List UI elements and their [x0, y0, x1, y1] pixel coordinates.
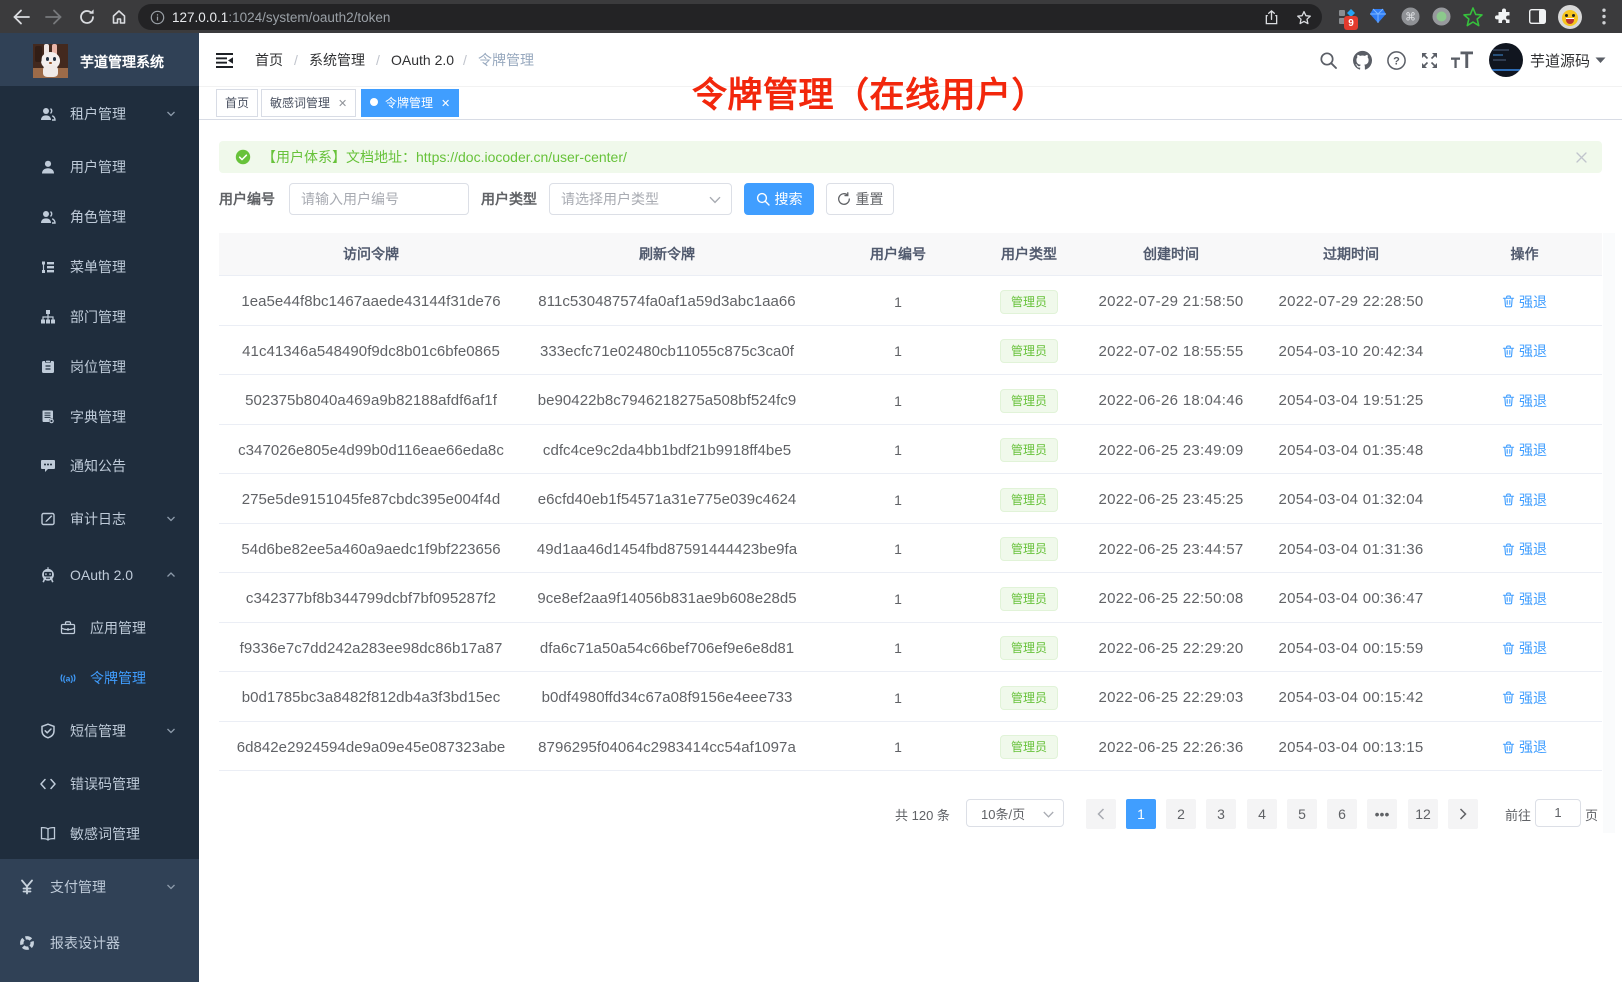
svg-text:(a): (a) [63, 674, 74, 684]
svg-text:⌘: ⌘ [1405, 11, 1416, 23]
svg-text:?: ? [1393, 55, 1400, 67]
